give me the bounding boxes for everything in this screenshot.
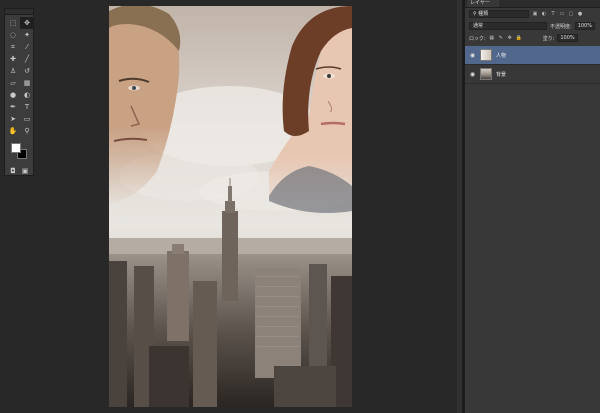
- lock-all-icon[interactable]: 🔒: [516, 35, 522, 41]
- blend-row: 通常 不透明度: 100%: [465, 20, 600, 32]
- healing-tool-icon[interactable]: ✚: [6, 53, 20, 65]
- move-tool-icon[interactable]: ✥: [20, 17, 34, 29]
- type-filter-icon[interactable]: T: [550, 11, 556, 17]
- shape-filter-icon[interactable]: ▭: [559, 11, 565, 17]
- pen-tool-icon[interactable]: ✒: [6, 101, 20, 113]
- filter-toggle-icon[interactable]: ●: [577, 11, 583, 17]
- panel-tabs: レイヤー: [465, 0, 600, 8]
- layer-list: ◉ 人物 ◉ 背景: [465, 46, 600, 84]
- mode-buttons: ◘ ▣: [5, 163, 33, 179]
- lock-image-icon[interactable]: ✎: [498, 35, 504, 41]
- pixel-filter-icon[interactable]: ▣: [532, 11, 538, 17]
- layer-name[interactable]: 人物: [496, 52, 506, 59]
- lock-transparent-icon[interactable]: ▦: [489, 35, 495, 41]
- filter-kind-label: 種類: [478, 11, 489, 17]
- lock-label: ロック:: [469, 35, 486, 42]
- marquee-tool-icon[interactable]: ⬚: [6, 17, 20, 29]
- layers-panel: レイヤー ⚲ 種類 ▣ ◐ T ▭ ▢ ● 通常 不透明度: 100% ロック:…: [465, 0, 600, 413]
- brush-tool-icon[interactable]: ╱: [20, 53, 34, 65]
- filter-kind-select[interactable]: ⚲ 種類: [469, 10, 529, 18]
- opacity-label: 不透明度:: [550, 23, 572, 30]
- tools-panel: ⬚ ✥ ◌ ✦ ⌗ ⁄ ✚ ╱ ♙ ↺ ▱ ▦ ● ◐ ✒ T ➤ ▭ ✋ ⚲ …: [4, 8, 34, 176]
- tab-layers[interactable]: レイヤー: [467, 0, 499, 7]
- photoshop-window: ⬚ ✥ ◌ ✦ ⌗ ⁄ ✚ ╱ ♙ ↺ ▱ ▦ ● ◐ ✒ T ➤ ▭ ✋ ⚲ …: [0, 0, 600, 413]
- composite-image: [109, 6, 352, 407]
- screen-mode-icon[interactable]: ▣: [20, 165, 30, 177]
- lasso-tool-icon[interactable]: ◌: [6, 29, 20, 41]
- dodge-tool-icon[interactable]: ◐: [20, 89, 34, 101]
- layer-row-person[interactable]: ◉ 人物: [465, 46, 600, 65]
- path-selection-tool-icon[interactable]: ➤: [6, 113, 20, 125]
- clone-stamp-tool-icon[interactable]: ♙: [6, 65, 20, 77]
- type-tool-icon[interactable]: T: [20, 101, 34, 113]
- quick-mask-icon[interactable]: ◘: [8, 165, 18, 177]
- crop-tool-icon[interactable]: ⌗: [6, 41, 20, 53]
- magic-wand-tool-icon[interactable]: ✦: [20, 29, 34, 41]
- lock-position-icon[interactable]: ✥: [507, 35, 513, 41]
- opacity-field[interactable]: 100%: [574, 22, 595, 30]
- hand-tool-icon[interactable]: ✋: [6, 125, 20, 137]
- blend-mode-select[interactable]: 通常: [469, 22, 547, 30]
- history-brush-tool-icon[interactable]: ↺: [20, 65, 34, 77]
- zoom-tool-icon[interactable]: ⚲: [20, 125, 34, 137]
- shape-tool-icon[interactable]: ▭: [20, 113, 34, 125]
- layer-thumbnail: [480, 68, 492, 80]
- color-swatches[interactable]: [5, 141, 33, 163]
- gradient-tool-icon[interactable]: ▦: [20, 77, 34, 89]
- filter-row: ⚲ 種類 ▣ ◐ T ▭ ▢ ●: [465, 8, 600, 20]
- smart-object-filter-icon[interactable]: ▢: [568, 11, 574, 17]
- layer-row-background[interactable]: ◉ 背景: [465, 65, 600, 84]
- fill-label: 塗り:: [542, 35, 555, 42]
- document-canvas[interactable]: [109, 6, 352, 407]
- eraser-tool-icon[interactable]: ▱: [6, 77, 20, 89]
- tool-grid: ⬚ ✥ ◌ ✦ ⌗ ⁄ ✚ ╱ ♙ ↺ ▱ ▦ ● ◐ ✒ T ➤ ▭ ✋ ⚲: [5, 15, 34, 139]
- lock-row: ロック: ▦ ✎ ✥ 🔒 塗り: 100%: [465, 32, 600, 44]
- fill-field[interactable]: 100%: [557, 34, 578, 42]
- visibility-eye-icon[interactable]: ◉: [469, 52, 476, 59]
- adjustment-filter-icon[interactable]: ◐: [541, 11, 547, 17]
- layer-name[interactable]: 背景: [496, 71, 506, 78]
- blur-tool-icon[interactable]: ●: [6, 89, 20, 101]
- visibility-eye-icon[interactable]: ◉: [469, 71, 476, 78]
- layer-thumbnail: [480, 49, 492, 61]
- foreground-color-swatch[interactable]: [11, 143, 21, 153]
- eyedropper-tool-icon[interactable]: ⁄: [20, 41, 34, 53]
